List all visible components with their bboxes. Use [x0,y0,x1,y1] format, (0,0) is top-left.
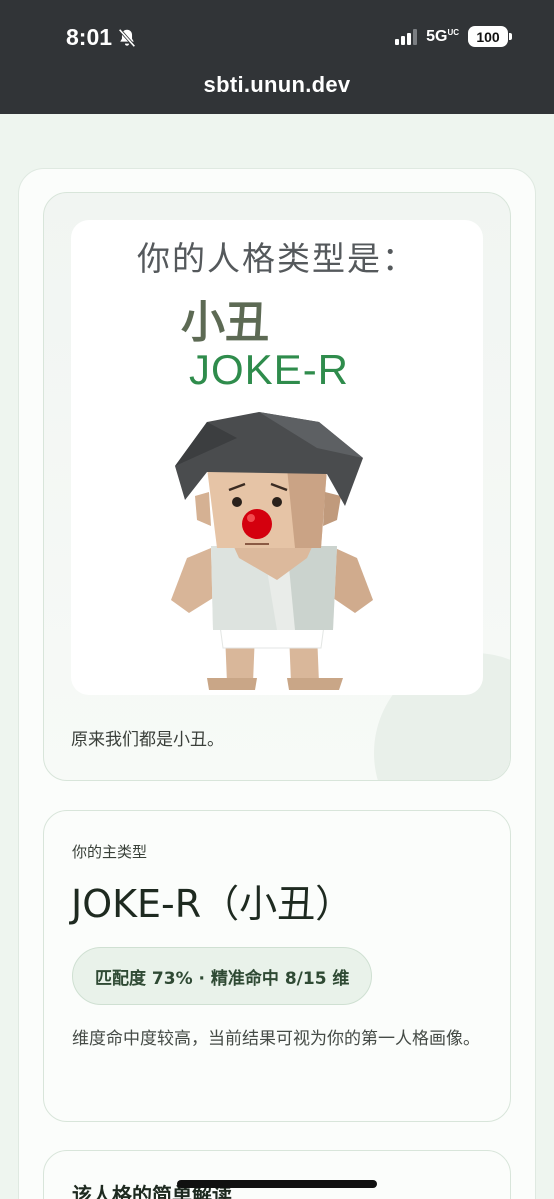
personality-image: 你的人格类型是： 小丑 JOKE-R [71,220,483,695]
battery-icon: 100 [468,26,512,47]
main-type-title: JOKE-R（小丑） [71,882,354,926]
result-image-card: 你的人格类型是： 小丑 JOKE-R 原来我们都是小丑。 [43,192,511,781]
status-time: 8:01 [66,24,138,51]
clown-figure-illustration [171,412,373,690]
home-indicator[interactable] [177,1180,377,1188]
network-label: 5GUC [426,27,459,45]
status-indicators: 5GUC 100 [395,26,512,47]
browser-top-bar: 8:01 5GUC 100 sbti.unun.dev [0,0,554,114]
url-bar[interactable]: sbti.unun.dev [0,72,554,98]
result-caption: 原来我们都是小丑。 [71,730,224,750]
image-type-code: JOKE-R [189,346,350,393]
main-type-card: 你的主类型 JOKE-R（小丑） 匹配度 73% · 精准命中 8/15 维 维… [43,810,511,1122]
match-score-badge: 匹配度 73% · 精准命中 8/15 维 [72,947,373,1005]
bell-muted-icon [118,28,136,47]
interpretation-card: 该人格的简单解读 [43,1150,511,1199]
image-type-cn: 小丑 [181,297,269,348]
image-heading: 你的人格类型是： [137,239,417,278]
main-type-label: 你的主类型 [72,843,148,861]
signal-icon [395,28,418,45]
battery-level: 100 [476,28,500,45]
main-type-description: 维度命中度较高，当前结果可视为你的第一人格画像。 [72,1029,480,1049]
time-label: 8:01 [66,24,113,50]
